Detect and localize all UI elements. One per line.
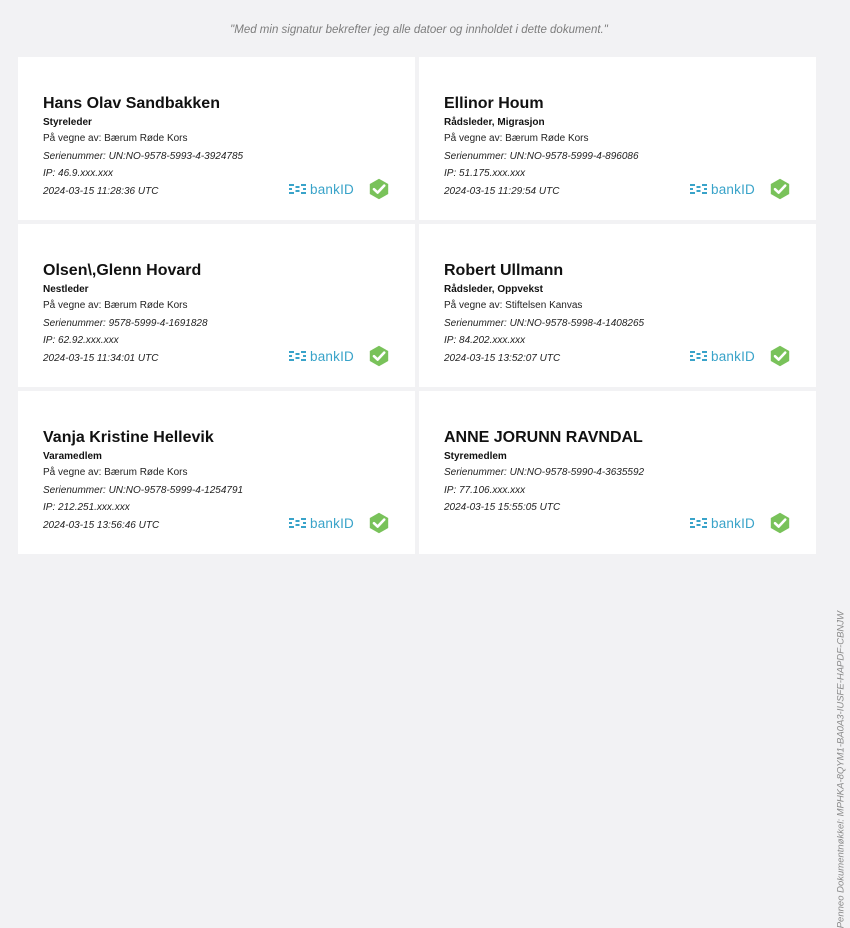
signer-on-behalf: På vegne av: Bærum Røde Kors — [43, 300, 188, 311]
signer-grid: Hans Olav Sandbakken Styreleder På vegne… — [18, 57, 820, 554]
verified-check-icon — [369, 345, 389, 367]
signer-ip: IP: 77.106.xxx.xxx — [444, 484, 526, 496]
signer-name: Robert Ullmann — [444, 262, 564, 279]
signer-role: Nestleder — [43, 284, 89, 295]
signer-on-behalf: På vegne av: Bærum Røde Kors — [43, 467, 188, 478]
bankid-label: bankID — [711, 181, 755, 197]
bankid-logo-icon — [289, 518, 307, 528]
signer-name: Olsen\,Glenn Hovard — [43, 262, 202, 279]
signer-serial: Serienummer: UN:NO-9578-5999-4-1254791 — [43, 484, 244, 496]
bankid-label: bankID — [711, 515, 755, 531]
signer-serial: Serienummer: UN:NO-9578-5993-4-3924785 — [43, 150, 244, 162]
bankid-badge: bankID — [690, 512, 791, 534]
bankid-label: bankID — [310, 515, 354, 531]
signer-on-behalf: På vegne av: Stiftelsen Kanvas — [444, 300, 583, 311]
bankid-badge: bankID — [289, 345, 390, 367]
signer-serial: Serienummer: 9578-5999-4-1691828 — [43, 317, 208, 329]
signer-serial: Serienummer: UN:NO-9578-5999-4-896086 — [444, 150, 639, 162]
signer-card: Robert Ullmann Rådsleder, Oppvekst På ve… — [419, 224, 816, 387]
verified-check-icon — [369, 512, 389, 534]
bankid-badge: bankID — [690, 345, 791, 367]
signer-serial: Serienummer: UN:NO-9578-5990-4-3635592 — [444, 467, 645, 478]
signer-card: Olsen\,Glenn Hovard Nestleder På vegne a… — [18, 224, 415, 387]
bankid-logo-icon — [690, 351, 708, 361]
signer-role: Styreleder — [43, 117, 92, 128]
verified-check-icon — [770, 178, 790, 200]
bankid-logo-icon — [289, 351, 307, 361]
signer-role: Rådsleder, Oppvekst — [444, 284, 543, 295]
signer-name: Hans Olav Sandbakken — [43, 95, 220, 112]
bankid-badge: bankID — [289, 512, 390, 534]
verified-check-icon — [770, 345, 790, 367]
signer-role: Styremedlem — [444, 451, 507, 462]
bankid-label: bankID — [310, 181, 354, 197]
signer-role: Rådsleder, Migrasjon — [444, 117, 545, 128]
bankid-badge: bankID — [289, 178, 390, 200]
signer-card: Ellinor Houm Rådsleder, Migrasjon På veg… — [419, 57, 816, 220]
signature-statement: "Med min signatur bekrefter jeg alle dat… — [230, 24, 608, 36]
signer-role: Varamedlem — [43, 451, 102, 462]
bankid-logo-icon — [289, 184, 307, 194]
bankid-label: bankID — [310, 348, 354, 364]
signer-serial: Serienummer: UN:NO-9578-5998-4-1408265 — [444, 317, 645, 329]
signer-card: Hans Olav Sandbakken Styreleder På vegne… — [18, 57, 415, 220]
signer-name: ANNE JORUNN RAVNDAL — [444, 429, 643, 446]
bankid-badge: bankID — [690, 178, 791, 200]
document-key: Penneo Dokumentnøkkel: MPHKA-8QYM1-BA0A3… — [835, 611, 846, 928]
signer-card: ANNE JORUNN RAVNDAL Styremedlem Serienum… — [419, 391, 816, 554]
bankid-logo-icon — [690, 518, 708, 528]
signer-card: Vanja Kristine Hellevik Varamedlem På ve… — [18, 391, 415, 554]
signer-on-behalf: På vegne av: Bærum Røde Kors — [444, 133, 589, 144]
bankid-label: bankID — [711, 348, 755, 364]
verified-check-icon — [770, 512, 790, 534]
document-key-container: Penneo Dokumentnøkkel: MPHKA-8QYM1-BA0A3… — [830, 211, 850, 928]
signer-name: Ellinor Houm — [444, 95, 544, 112]
bankid-logo-icon — [690, 184, 708, 194]
signer-name: Vanja Kristine Hellevik — [43, 429, 214, 446]
verified-check-icon — [369, 178, 389, 200]
signer-on-behalf: På vegne av: Bærum Røde Kors — [43, 133, 188, 144]
